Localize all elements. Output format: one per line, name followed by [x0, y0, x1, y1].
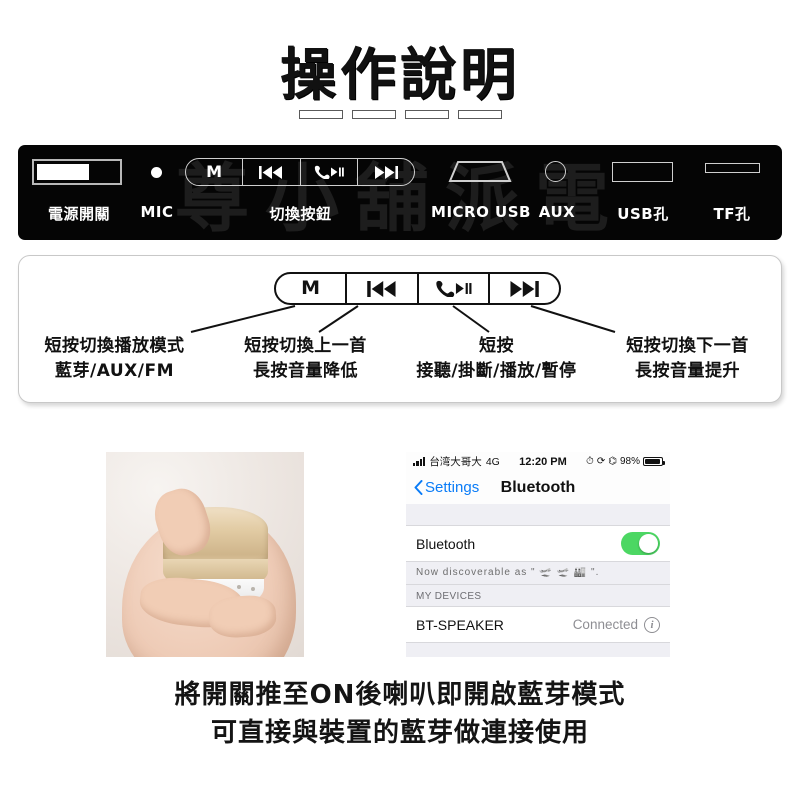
tf-card-slot-icon — [705, 163, 760, 173]
title-underline-bars — [0, 110, 800, 119]
speaker-photo — [106, 452, 304, 657]
bluetooth-toggle-row[interactable]: Bluetooth — [406, 526, 670, 562]
device-key-previous — [243, 159, 301, 185]
status-left: 台湾大哥大 4G — [413, 454, 500, 469]
list-tail-spacer — [406, 643, 670, 657]
microphone-dot-icon — [151, 167, 162, 178]
rotation-lock-icon: ⟳ — [596, 456, 606, 467]
toggle-knob — [639, 534, 658, 553]
caption-line2: 長按音量降低 — [253, 360, 358, 381]
label-usb-port: USB孔 — [617, 205, 669, 223]
back-to-settings-button[interactable]: Settings — [414, 479, 479, 496]
power-switch-icon — [32, 159, 122, 185]
ios-status-bar: 台湾大哥大 4G 12:20 PM ⏱ ⟳ ⌬ 98% — [406, 452, 670, 471]
device-row-bt-speaker[interactable]: BT-SPEAKER Connected i — [406, 607, 670, 643]
battery-percent: 98% — [619, 456, 640, 467]
caption-line1: 短按切換上一首 — [244, 336, 367, 356]
device-key-mode: M — [186, 159, 244, 185]
caption-previous: 短按切換上一首 長按音量降低 — [210, 334, 401, 383]
micro-usb-port-icon — [448, 161, 512, 182]
device-key-call-play — [301, 159, 358, 185]
my-devices-header: MY DEVICES — [406, 585, 670, 607]
next-track-icon — [374, 165, 398, 179]
device-port-diagram: 尊小舖派電 M 電源開關 MIC 切換按鈕 MICRO USB AUX USB孔… — [18, 145, 782, 240]
label-micro-usb: MICRO USB — [431, 203, 531, 221]
battery-icon — [643, 456, 665, 467]
caption-line1: 短按 — [479, 336, 514, 356]
bottom-caption: 將開關推至ON後喇叭即開啟藍芽模式 可直接與裝置的藍芽做連接使用 — [0, 676, 800, 753]
control-buttons-icon: M — [185, 158, 415, 186]
caption-line2: 藍芽/AUX/FM — [55, 360, 174, 381]
call-play-pause-icon — [314, 165, 344, 179]
bottom-caption-line2: 可直接與裝置的藍芽做連接使用 — [210, 718, 589, 749]
page-title: 操作說明 — [280, 43, 520, 108]
title-underline-bar — [404, 110, 449, 119]
alarm-icon: ⏱ — [586, 456, 594, 467]
button-captions: 短按切換播放模式 藍芽/AUX/FM 短按切換上一首 長按音量降低 短按 接聽/… — [19, 334, 781, 383]
page-title-block: 操作說明 — [0, 48, 800, 119]
power-switch-knob — [37, 164, 89, 180]
caption-call-play: 短按 接聽/掛斷/播放/暫停 — [401, 334, 592, 383]
back-label: Settings — [425, 479, 480, 496]
caption-line2: 接聽/掛斷/播放/暫停 — [416, 360, 577, 381]
title-underline-bar — [457, 110, 502, 119]
label-aux: AUX — [538, 203, 576, 221]
speaker-base-dot — [250, 587, 255, 592]
usb-port-icon — [612, 162, 673, 182]
bluetooth-toggle[interactable] — [621, 532, 660, 555]
title-underline-bar — [351, 110, 396, 119]
bluetooth-label: Bluetooth — [416, 535, 476, 552]
label-tf-slot: TF孔 — [713, 205, 751, 223]
info-icon[interactable]: i — [644, 616, 660, 633]
label-control-buttons: 切換按鈕 — [269, 205, 332, 223]
aux-jack-icon — [545, 161, 566, 182]
caption-line1: 短按切換下一首 — [626, 336, 749, 356]
discoverable-note: Now discoverable as " 🛫 🛫 🏭 ". — [406, 562, 670, 585]
label-mic: MIC — [140, 203, 174, 221]
ios-nav-bar: Settings Bluetooth — [406, 471, 670, 504]
discoverable-note-text: Now discoverable as " 🛫 🛫 🏭 ". — [416, 567, 600, 578]
caption-mode: 短按切換播放模式 藍芽/AUX/FM — [19, 334, 210, 383]
bottom-caption-line1: 將開關推至ON後喇叭即開啟藍芽模式 — [174, 680, 626, 710]
list-spacer — [406, 504, 670, 526]
device-bar-contents: M 電源開關 MIC 切換按鈕 MICRO USB AUX USB孔 TF孔 — [18, 145, 782, 240]
device-status: Connected — [572, 617, 638, 632]
previous-track-icon — [259, 165, 283, 179]
caption-line2: 長按音量提升 — [635, 360, 740, 381]
network-type: 4G — [485, 455, 500, 468]
speaker-base-dot — [236, 585, 241, 590]
device-key-next — [358, 159, 414, 185]
phone-screenshot: 台湾大哥大 4G 12:20 PM ⏱ ⟳ ⌬ 98% Settings Blu… — [406, 452, 670, 657]
mode-m-icon: M — [206, 162, 223, 181]
device-name: BT-SPEAKER — [416, 616, 504, 633]
chevron-left-icon — [414, 480, 423, 495]
instruction-sheet: 操作說明 尊小舖派電 M 電源開關 MIC 切換按鈕 MICRO USB AUX… — [0, 0, 800, 800]
signal-bars-icon — [413, 457, 426, 466]
status-right: ⏱ ⟳ ⌬ 98% — [586, 456, 665, 467]
carrier-name: 台湾大哥大 — [429, 456, 482, 468]
title-underline-bar — [298, 110, 343, 119]
label-power-switch: 電源開關 — [47, 205, 110, 223]
headphones-icon: ⌬ — [608, 456, 617, 467]
button-function-panel: M 短按切換播放模式 藍芽/AUX/FM 短按切換上一首 長按音量降低 短按 接… — [18, 255, 782, 403]
status-clock: 12:20 PM — [519, 455, 567, 468]
caption-next: 短按切換下一首 長按音量提升 — [592, 334, 781, 383]
caption-line1: 短按切換播放模式 — [44, 336, 185, 356]
